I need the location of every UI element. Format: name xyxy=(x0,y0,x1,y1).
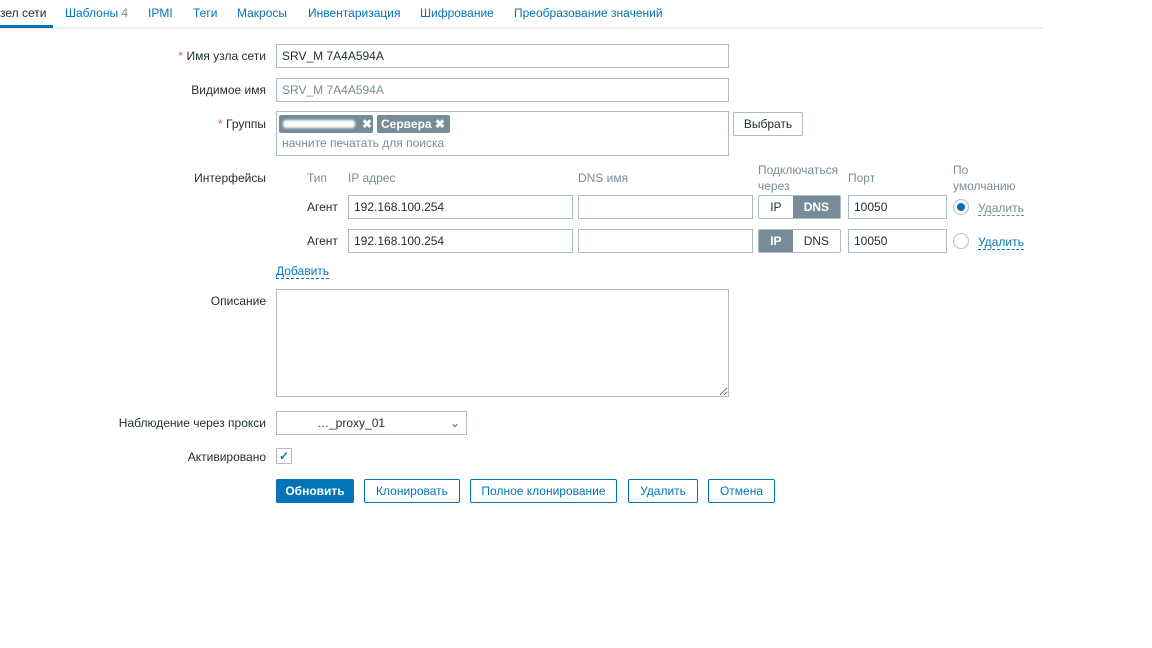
tab-encryption[interactable]: Шифрование xyxy=(420,6,494,20)
cancel-button[interactable]: Отмена xyxy=(708,479,775,503)
description-textarea[interactable] xyxy=(276,289,729,397)
tab-ipmi[interactable]: IPMI xyxy=(148,6,173,20)
proxy-select[interactable]: …_proxy_01 ⌄ xyxy=(276,411,467,435)
redacted-group-name xyxy=(283,120,355,128)
enabled-label: Активировано xyxy=(187,450,266,464)
group-tag: ✖ xyxy=(279,115,373,133)
proxy-label: Наблюдение через прокси xyxy=(118,416,266,430)
header-connect-via: Подключаться через xyxy=(758,163,839,193)
full-clone-button[interactable]: Полное клонирование xyxy=(470,479,617,503)
tab-templates[interactable]: Шаблоны 4 xyxy=(65,6,128,20)
groups-multiselect[interactable]: ✖ Сервера ✖ начните печатать для поиска xyxy=(276,111,729,156)
select-groups-button[interactable]: Выбрать xyxy=(733,112,803,136)
interface-type: Агент xyxy=(307,234,338,248)
remove-tag-icon[interactable]: ✖ xyxy=(362,115,372,133)
tab-tags[interactable]: Теги xyxy=(193,6,217,20)
interface-ip-input[interactable]: 192.168.100.254 xyxy=(348,195,573,219)
tab-templates-label: Шаблоны xyxy=(65,6,119,20)
interface-dns-input[interactable] xyxy=(578,229,753,253)
clone-button[interactable]: Клонировать xyxy=(364,479,460,503)
enabled-checkbox[interactable]: ✓ xyxy=(276,448,292,464)
active-tab-indicator xyxy=(0,25,53,28)
update-button[interactable]: Обновить xyxy=(276,479,354,503)
tab-macros[interactable]: Макросы xyxy=(237,6,287,20)
connect-via-toggle[interactable]: IP DNS xyxy=(758,229,841,253)
default-interface-radio[interactable] xyxy=(953,199,969,215)
chevron-down-icon: ⌄ xyxy=(449,416,460,430)
header-type: Тип xyxy=(307,171,328,185)
remove-tag-icon[interactable]: ✖ xyxy=(435,117,445,131)
header-default: По умолчанию xyxy=(953,163,1016,193)
description-label: Описание xyxy=(210,294,266,308)
groups-label: * Группы xyxy=(218,117,266,131)
interfaces-label: Интерфейсы xyxy=(194,171,266,185)
interface-dns-input[interactable] xyxy=(578,195,753,219)
delete-button[interactable]: Удалить xyxy=(628,479,698,503)
tab-bar: зел сети Шаблоны 4 IPMI Теги Макросы Инв… xyxy=(0,0,1043,29)
interface-port-input[interactable]: 10050 xyxy=(848,195,947,219)
templates-count: 4 xyxy=(121,6,129,20)
interface-port-input[interactable]: 10050 xyxy=(848,229,947,253)
header-dns: DNS имя xyxy=(578,171,629,185)
add-interface-link[interactable]: Добавить xyxy=(276,264,330,279)
remove-interface-link[interactable]: Удалить xyxy=(978,235,1024,250)
tab-inventory[interactable]: Инвентаризация xyxy=(308,6,400,20)
toggle-ip[interactable]: IP xyxy=(759,230,793,252)
host-name-label: * Имя узла сети xyxy=(178,49,266,63)
remove-interface-link[interactable]: Удалить xyxy=(978,201,1024,216)
toggle-dns[interactable]: DNS xyxy=(793,230,840,252)
group-tag: Сервера ✖ xyxy=(377,115,450,133)
header-port: Порт xyxy=(848,171,876,185)
host-name-input[interactable]: SRV_M 7A4A594A xyxy=(276,44,729,68)
tab-value-mapping[interactable]: Преобразование значений xyxy=(514,6,663,20)
visible-name-input[interactable]: SRV_M 7A4A594A xyxy=(276,78,729,102)
header-ip: IP адрес xyxy=(348,171,396,185)
toggle-ip[interactable]: IP xyxy=(759,196,793,218)
groups-search-input[interactable]: начните печатать для поиска xyxy=(282,136,444,150)
default-interface-radio[interactable] xyxy=(953,233,969,249)
interface-ip-input[interactable]: 192.168.100.254 xyxy=(348,229,573,253)
toggle-dns[interactable]: DNS xyxy=(792,196,840,218)
connect-via-toggle[interactable]: IP DNS xyxy=(758,195,841,219)
tab-host[interactable]: зел сети xyxy=(0,6,46,20)
interface-type: Агент xyxy=(307,200,338,214)
visible-name-label: Видимое имя xyxy=(191,83,266,97)
